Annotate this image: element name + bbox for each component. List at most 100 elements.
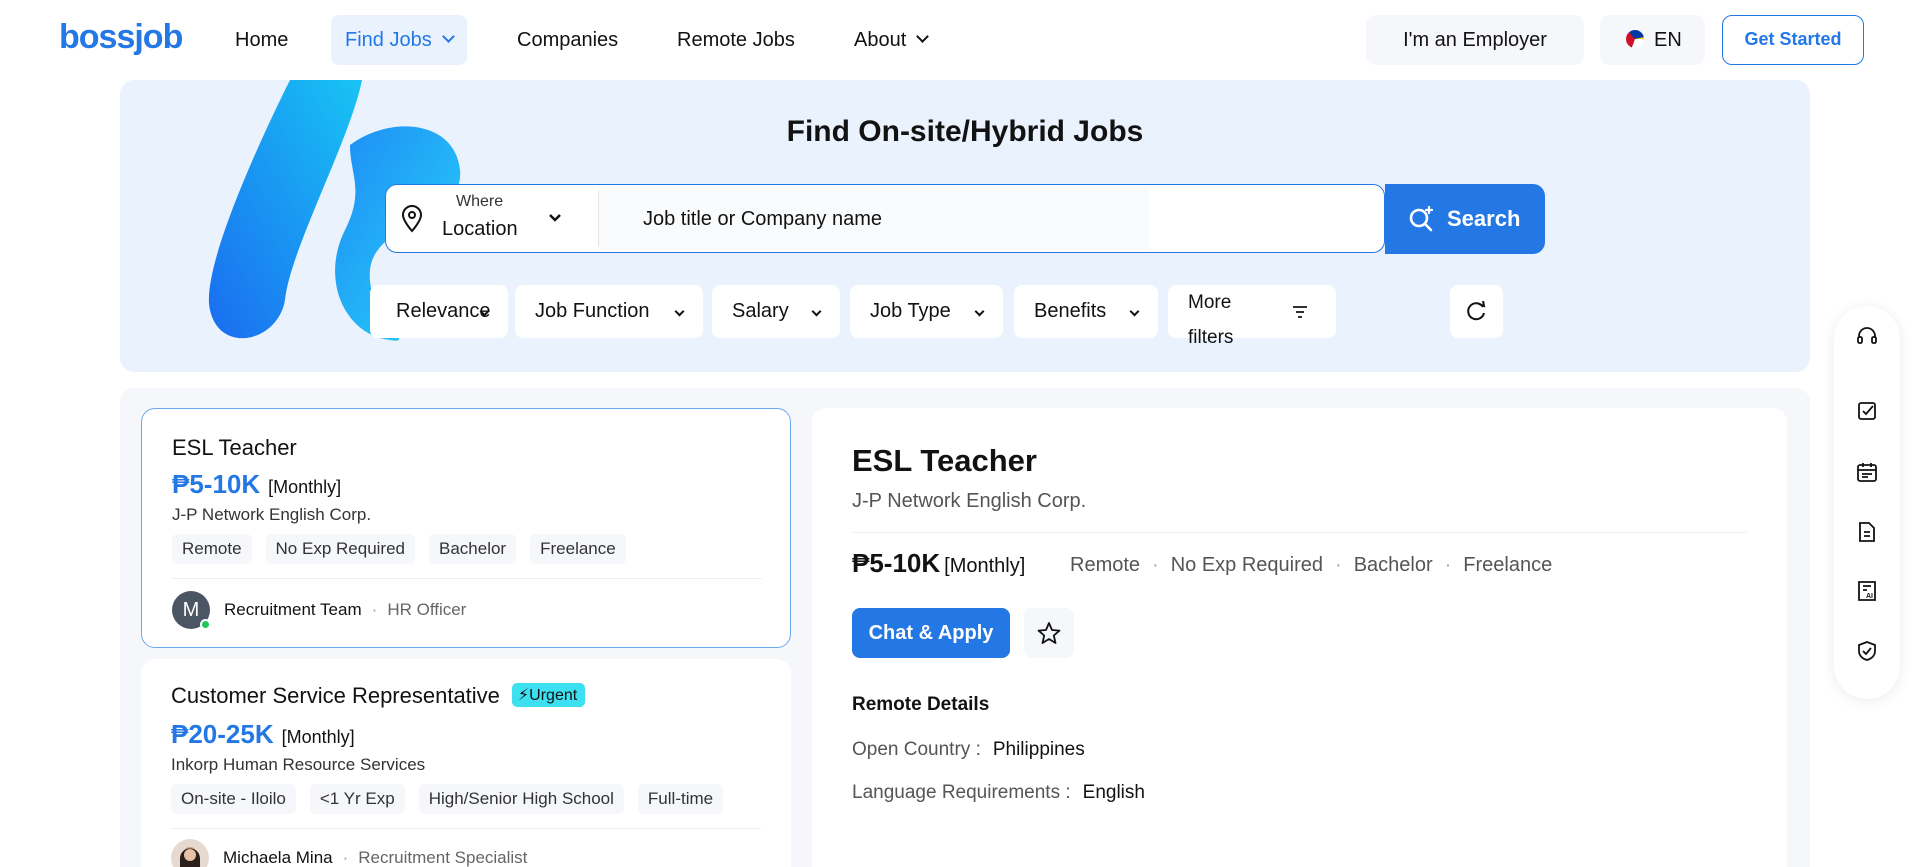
chevron-down-icon (441, 30, 455, 43)
floating-toolbar: AI (1834, 306, 1900, 699)
filter-job-type[interactable]: Job Type (850, 285, 1003, 338)
more-filters-line1: More (1188, 292, 1232, 313)
filter-job-function-label: Job Function (535, 300, 650, 322)
location-pin-icon (401, 205, 423, 233)
detail-tag: Freelance (1433, 554, 1552, 577)
language-row: Language Requirements : English (852, 782, 1145, 804)
edit-note-icon[interactable] (1855, 399, 1879, 423)
detail-salary: ₱5-10K [Monthly] (852, 548, 1025, 579)
language-switch-button[interactable]: EN (1600, 15, 1705, 65)
chevron-down-icon (1129, 306, 1140, 317)
filter-salary-label: Salary (732, 300, 789, 322)
nav-home[interactable]: Home (221, 15, 302, 65)
filter-salary[interactable]: Salary (712, 285, 840, 338)
urgent-badge-label: Urgent (529, 687, 578, 704)
filter-benefits[interactable]: Benefits (1014, 285, 1158, 338)
detail-divider (852, 532, 1747, 533)
recruiter-role: Recruitment Specialist (358, 848, 528, 867)
chevron-down-icon (916, 30, 930, 43)
separator-dot: · (342, 848, 349, 867)
language-label: EN (1654, 29, 1682, 51)
detail-salary-period: [Monthly] (944, 555, 1026, 577)
recruiter-role: HR Officer (387, 600, 467, 619)
card-divider (172, 578, 762, 579)
calendar-icon[interactable] (1855, 460, 1879, 484)
filter-relevance-label: Relevance (396, 300, 491, 322)
job-tag: High/Senior High School (418, 784, 624, 814)
search-bar: Where Location (385, 184, 1385, 253)
employer-button[interactable]: I'm an Employer (1366, 15, 1584, 65)
avatar (171, 839, 209, 867)
svg-text:AI: AI (1866, 593, 1873, 600)
save-job-button[interactable] (1024, 608, 1074, 658)
filter-relevance[interactable]: Relevance (370, 285, 508, 338)
avatar-initial: M (182, 599, 200, 621)
nav-about[interactable]: About (840, 15, 941, 65)
job-title: ESL Teacher (172, 435, 297, 460)
nav-companies[interactable]: Companies (503, 15, 632, 65)
hero-title: Find On-site/Hybrid Jobs (786, 115, 1144, 148)
top-navbar: bossjob Home Find Jobs Companies Remote … (0, 0, 1918, 80)
job-title-text: Customer Service Representative (171, 683, 500, 708)
nav-find-jobs-label: Find Jobs (345, 29, 432, 51)
job-search-input[interactable] (599, 188, 1149, 250)
philippines-flag-icon (1626, 30, 1644, 48)
bossjob-logo[interactable]: bossjob (59, 18, 183, 57)
recruiter-name: Recruitment Team (224, 600, 362, 619)
more-filters-line2: filters (1188, 327, 1234, 348)
job-card[interactable]: Customer Service Representative ⚡Urgent ₱… (141, 659, 791, 867)
detail-job-title: ESL Teacher (852, 443, 1037, 478)
job-tag: Full-time (637, 784, 724, 814)
nav-remote-jobs[interactable]: Remote Jobs (663, 15, 809, 65)
search-button-label: Search (1447, 206, 1521, 231)
detail-tags: Remote No Exp Required Bachelor Freelanc… (1070, 554, 1552, 577)
detail-company-name[interactable]: J-P Network English Corp. (852, 490, 1086, 513)
job-card[interactable]: ESL Teacher ₱5-10K [Monthly] J-P Network … (141, 408, 791, 648)
recruiter-name: Michaela Mina (223, 848, 333, 867)
job-salary: ₱20-25K [Monthly] (171, 719, 355, 750)
job-detail-panel: ESL Teacher J-P Network English Corp. ₱5… (812, 408, 1787, 867)
open-country-row: Open Country : Philippines (852, 739, 1085, 761)
open-country-label: Open Country : (852, 739, 981, 760)
salary-period: [Monthly] (281, 727, 355, 747)
detail-tag: No Exp Required (1140, 554, 1323, 577)
filter-job-type-label: Job Type (870, 300, 951, 322)
document-icon[interactable] (1855, 520, 1879, 544)
job-tag: On-site - Iloilo (171, 784, 296, 814)
job-tags: On-site - Iloilo <1 Yr Exp High/Senior H… (171, 784, 724, 814)
filter-job-function[interactable]: Job Function (515, 285, 703, 338)
star-icon (1037, 622, 1061, 644)
filter-benefits-label: Benefits (1034, 300, 1107, 322)
where-label: Where (456, 193, 504, 210)
nav-about-label: About (854, 29, 907, 51)
chat-apply-button[interactable]: Chat & Apply (852, 608, 1010, 658)
filter-lines-icon (1293, 306, 1307, 318)
recruiter-info: M Recruitment Team · HR Officer (172, 591, 467, 630)
reset-filters-button[interactable] (1450, 285, 1503, 338)
salary-period: [Monthly] (268, 477, 342, 497)
job-title: Customer Service Representative ⚡Urgent (171, 683, 586, 709)
refresh-icon (1467, 300, 1486, 321)
job-tags: Remote No Exp Required Bachelor Freelanc… (172, 534, 626, 564)
urgent-badge: ⚡Urgent (511, 683, 586, 707)
company-name: Inkorp Human Resource Services (171, 755, 426, 774)
search-hero: Find On-site/Hybrid Jobs Where Location … (120, 80, 1810, 372)
filter-more[interactable]: More filters (1168, 285, 1336, 348)
language-value: English (1082, 782, 1145, 803)
job-tag: Bachelor (429, 534, 517, 564)
online-status-dot (200, 619, 211, 630)
job-tag: Freelance (530, 534, 626, 564)
avatar: M (172, 591, 211, 630)
language-label: Language Requirements : (852, 782, 1071, 803)
nav-find-jobs[interactable]: Find Jobs (331, 15, 467, 65)
remote-details-heading: Remote Details (852, 694, 990, 715)
ai-resume-icon[interactable]: AI (1855, 579, 1879, 603)
chevron-down-icon[interactable] (546, 209, 564, 227)
search-button[interactable]: Search (1385, 184, 1545, 254)
detail-salary-value: ₱5-10K (852, 548, 941, 578)
get-started-button[interactable]: Get Started (1722, 15, 1864, 65)
headset-icon[interactable] (1855, 325, 1879, 349)
location-select[interactable]: Location (442, 218, 518, 241)
job-tag: <1 Yr Exp (309, 784, 405, 814)
shield-check-icon[interactable] (1855, 639, 1879, 663)
